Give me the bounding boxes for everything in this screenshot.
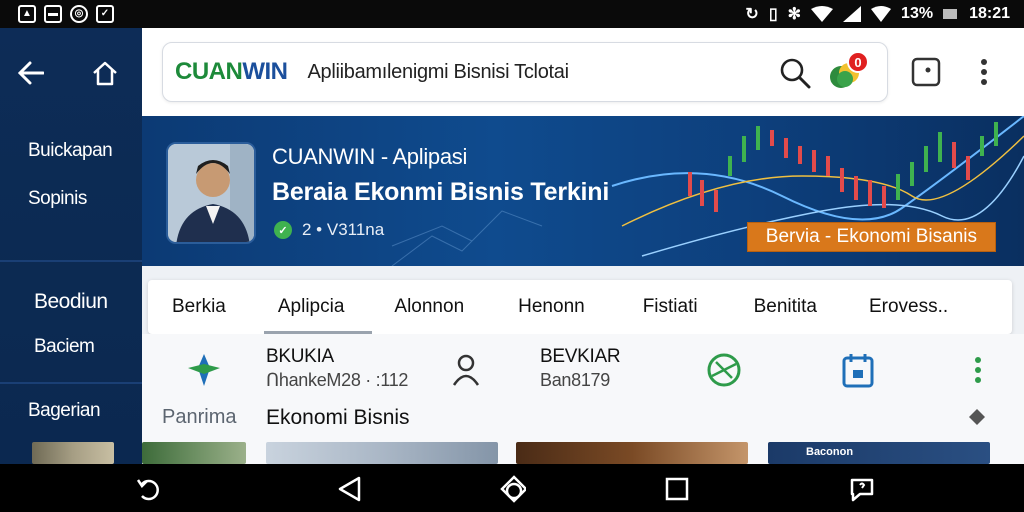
author-avatar — [166, 142, 256, 244]
home-circle-icon — [500, 475, 526, 503]
chat-button[interactable]: 0 — [825, 51, 869, 93]
message-notification-icon: ▬ — [44, 5, 62, 23]
nav-home-button[interactable] — [500, 475, 526, 503]
triangle-back-icon — [338, 476, 361, 502]
system-nav-bar — [0, 464, 1024, 512]
nav-back-triangle-button[interactable] — [336, 476, 362, 502]
person-photo-icon — [168, 144, 254, 242]
user-icon[interactable] — [448, 352, 484, 388]
dice-icon — [911, 57, 941, 87]
rotate-back-icon — [136, 479, 159, 501]
news-card-4[interactable]: Baconon — [768, 442, 990, 464]
tab-benitita[interactable]: Benitita — [754, 280, 817, 334]
tab-henonn[interactable]: Henonn — [518, 280, 585, 334]
tab-alonnon[interactable]: Alonnon — [394, 280, 464, 334]
section-title: Ekonomi Bisnis — [266, 406, 410, 429]
rail-thumbnail[interactable] — [32, 442, 114, 464]
rail-divider — [0, 260, 142, 262]
rail-item-3[interactable]: Beodiun — [34, 290, 108, 314]
chat-bubble-icon — [850, 478, 874, 502]
news-card-4-label: Baconon — [806, 446, 854, 458]
search-bar[interactable]: CUANWIN Apliibamılenigmi Bisnisi Tclotai… — [162, 42, 888, 102]
rail-divider-2 — [0, 382, 142, 384]
battery-icon — [943, 9, 958, 19]
whatsapp-notification-icon: ◎ — [70, 5, 88, 23]
rail-item-4[interactable]: Baciem — [34, 336, 95, 358]
nav-back-button[interactable] — [136, 476, 162, 502]
battery-percent: 13% — [901, 5, 934, 22]
check-notification-icon: ✓ — [96, 5, 114, 23]
calendar-icon[interactable] — [840, 352, 876, 388]
app-bar: CUANWIN Apliibamılenigmi Bisnisi Tclotai… — [142, 28, 1024, 116]
status-bar: ▲ ▬ ◎ ✓ ↻ ▯ ✻ 13% 18:21 — [0, 0, 1024, 28]
globe-icon[interactable] — [706, 352, 742, 388]
news-card-1[interactable] — [142, 442, 246, 464]
tab-fistiati[interactable]: Fistiati — [643, 280, 698, 334]
news-card-3[interactable] — [516, 442, 748, 464]
more-vertical-icon — [981, 59, 987, 85]
clock: 18:21 — [969, 5, 1010, 22]
wifi-icon — [811, 6, 834, 22]
nav-assistant-button[interactable] — [848, 476, 874, 502]
side-rail: Buickapan Sopinis Beodiun Baciem Bageria… — [0, 28, 142, 464]
rail-item-5[interactable]: Bagerian — [28, 400, 101, 422]
row-1-subtitle: ՈhankeM28 · :112 — [266, 370, 409, 390]
bluetooth-icon: ✻ — [787, 6, 802, 23]
rail-item-1[interactable]: Buickapan — [28, 140, 113, 162]
hero-subtitle: CUANWIN - Aplipasi — [272, 144, 468, 169]
hero-meta-text: 2 • V311na — [302, 220, 385, 239]
row-2-subtitle: Ban8179 — [540, 370, 610, 390]
rail-item-2[interactable]: Sopinis — [28, 188, 87, 210]
search-tagline: Apliibamılenigmi Bisnisi Tclotai — [307, 60, 569, 83]
back-button[interactable] — [16, 58, 46, 88]
verified-icon: ✓ — [274, 221, 292, 239]
notification-badge: 0 — [847, 51, 869, 73]
hero-title: Beraia Ekonmi Bisnis Terkini — [272, 178, 610, 206]
tab-aplipcia[interactable]: Aplipcia — [263, 280, 372, 334]
brand-logo: CUANWIN — [175, 58, 288, 85]
home-icon — [93, 61, 117, 86]
tab-berkia[interactable]: Berkia — [172, 280, 226, 334]
news-card-2[interactable] — [266, 442, 498, 464]
recents-square-icon — [665, 477, 689, 501]
row-2-title[interactable]: BEVKIAR — [540, 346, 621, 368]
app-screen: ▲ ▬ ◎ ✓ ↻ ▯ ✻ 13% 18:21 Buickapan Sopini… — [0, 0, 1024, 512]
vibrate-icon: ▯ — [768, 6, 778, 23]
tab-erovess[interactable]: Erovess.. — [869, 280, 948, 334]
nav-recents-button[interactable] — [664, 476, 690, 502]
hero-category-tag[interactable]: Bervia - Ekonomi Bisanis — [746, 222, 996, 252]
section-label: Panrima — [162, 406, 237, 428]
content-list: BKUKIA ՈhankeM28 · :112 BEVKIAR Ban8179 … — [142, 334, 1024, 464]
search-icon[interactable] — [779, 57, 811, 89]
wifi-secondary-icon — [871, 6, 892, 22]
dice-button[interactable] — [910, 56, 942, 88]
category-tabs: Berkia Aplipcia Alonnon Henonn Fistiati … — [148, 280, 1012, 334]
more-vertical-green-icon[interactable] — [960, 352, 996, 388]
home-button[interactable] — [90, 58, 120, 88]
hero-banner[interactable]: CUANWIN - Aplipasi Beraia Ekonmi Bisnis … — [142, 116, 1024, 266]
back-arrow-icon — [18, 61, 44, 85]
more-options-button[interactable] — [968, 56, 1000, 88]
hero-meta: ✓ 2 • V311na — [274, 220, 384, 240]
sync-icon: ↻ — [745, 6, 759, 23]
signal-icon — [843, 6, 862, 22]
row-1-title[interactable]: BKUKIA — [266, 346, 334, 368]
compass-icon[interactable] — [186, 352, 222, 388]
image-notification-icon: ▲ — [18, 5, 36, 23]
expand-icon[interactable] — [968, 408, 986, 426]
